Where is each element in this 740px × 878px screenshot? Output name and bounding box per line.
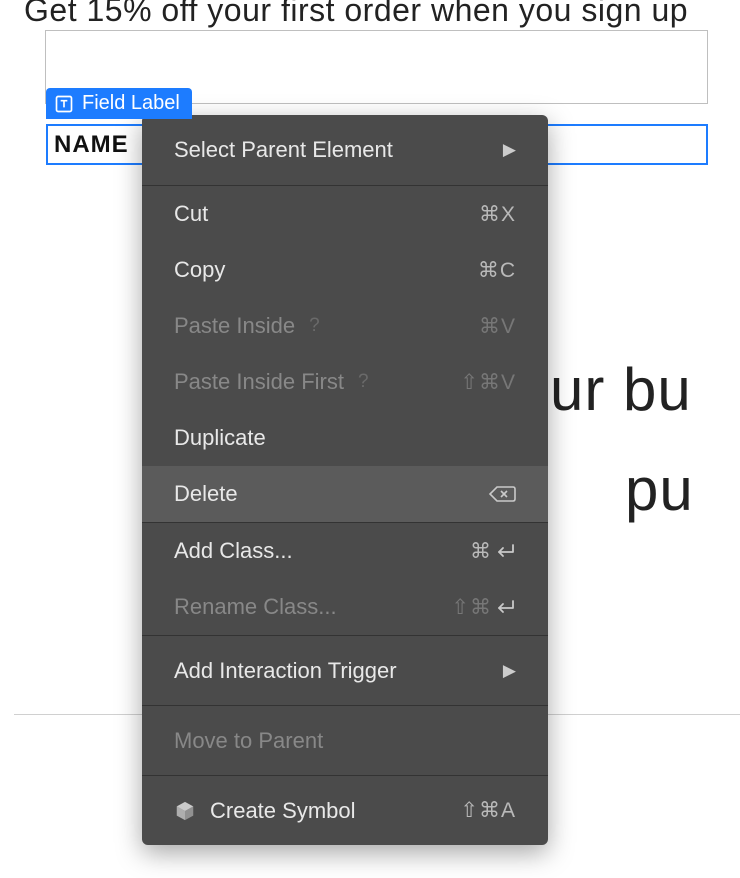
shortcut-text: ⇧⌘ — [451, 595, 516, 620]
menu-create-symbol[interactable]: Create Symbol ⇧⌘A — [142, 776, 548, 845]
menu-add-class[interactable]: Add Class... ⌘ — [142, 523, 548, 579]
shortcut-text: ⌘X — [479, 202, 516, 227]
symbol-icon — [174, 800, 196, 822]
shortcut-text: ⌘ — [470, 539, 516, 564]
background-heading-fragment-1: ur bu — [550, 355, 692, 424]
background-heading-fragment-2: pu — [625, 455, 694, 524]
menu-label: Add Interaction Trigger — [174, 658, 397, 684]
enter-icon — [494, 543, 516, 559]
menu-select-parent[interactable]: Select Parent Element ▶ — [142, 115, 548, 185]
menu-rename-class: Rename Class... ⇧⌘ — [142, 579, 548, 635]
chevron-right-icon: ▶ — [503, 661, 516, 681]
menu-delete[interactable]: Delete — [142, 466, 548, 522]
menu-label: Move to Parent — [174, 728, 323, 754]
help-icon: ? — [309, 315, 320, 337]
enter-icon — [494, 599, 516, 615]
menu-paste-inside-first: Paste Inside First ? ⇧⌘V — [142, 354, 548, 410]
promo-text: Get 15% off your first order when you si… — [24, 0, 688, 29]
chevron-right-icon: ▶ — [503, 140, 516, 160]
help-icon: ? — [358, 371, 369, 393]
menu-copy[interactable]: Copy ⌘C — [142, 242, 548, 298]
menu-label: Cut — [174, 201, 208, 227]
shortcut-text: ⇧⌘V — [460, 370, 516, 395]
menu-label: Paste Inside — [174, 313, 295, 339]
menu-label: Rename Class... — [174, 594, 337, 620]
menu-paste-inside: Paste Inside ? ⌘V — [142, 298, 548, 354]
element-label-tag[interactable]: Field Label — [46, 88, 192, 119]
menu-label: Copy — [174, 257, 225, 283]
shortcut-text: ⇧⌘A — [460, 798, 516, 823]
context-menu: Select Parent Element ▶ Cut ⌘X Copy ⌘C P… — [142, 115, 548, 845]
menu-label: Select Parent Element — [174, 137, 393, 163]
shortcut-text: ⌘V — [479, 314, 516, 339]
text-element-icon — [54, 94, 74, 114]
menu-label: Delete — [174, 481, 238, 507]
menu-duplicate[interactable]: Duplicate — [142, 410, 548, 466]
menu-add-interaction-trigger[interactable]: Add Interaction Trigger ▶ — [142, 636, 548, 705]
element-label-text: Field Label — [82, 92, 180, 115]
menu-move-to-parent: Move to Parent — [142, 706, 548, 775]
field-label-text: NAME — [54, 131, 129, 159]
menu-label: Add Class... — [174, 538, 293, 564]
menu-cut[interactable]: Cut ⌘X — [142, 186, 548, 242]
menu-label: Duplicate — [174, 425, 266, 451]
shortcut-text: ⌘C — [478, 258, 516, 283]
menu-label: Create Symbol — [210, 798, 356, 824]
backspace-icon — [488, 484, 516, 504]
menu-label: Paste Inside First — [174, 369, 344, 395]
